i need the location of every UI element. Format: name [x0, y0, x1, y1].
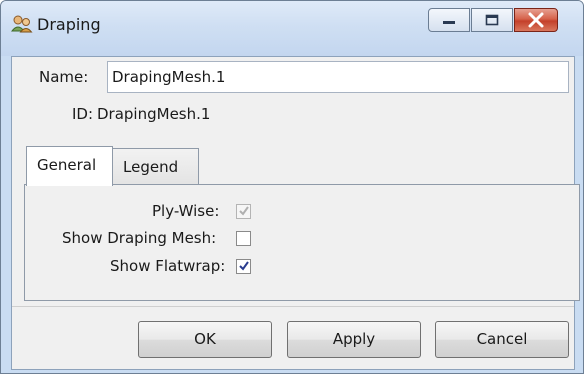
- general-tab-panel: Ply-Wise: Show Draping Mesh: Show Flatwr…: [24, 184, 580, 301]
- show-draping-mesh-label: Show Draping Mesh:: [62, 229, 217, 247]
- tab-general-label: General: [37, 156, 97, 174]
- id-label: ID:: [72, 105, 94, 123]
- minimize-button[interactable]: [428, 8, 470, 32]
- apply-button[interactable]: Apply: [287, 321, 421, 358]
- ply-wise-label: Ply-Wise:: [152, 202, 220, 220]
- close-button[interactable]: [514, 8, 558, 32]
- show-flatwrap-checkbox[interactable]: [236, 259, 251, 274]
- maximize-button[interactable]: [471, 8, 513, 32]
- window-title: Draping: [37, 15, 101, 34]
- maximize-icon: [485, 14, 499, 26]
- ply-wise-checkbox: [236, 204, 251, 219]
- dialog-body: Name: DrapingMesh.1 ID: DrapingMesh.1 Ge…: [11, 56, 580, 370]
- minimize-icon: [443, 21, 455, 24]
- show-draping-mesh-checkbox[interactable]: [236, 231, 251, 246]
- ok-button[interactable]: OK: [138, 321, 272, 358]
- draping-dialog: Draping Name: DrapingMesh.1 ID: DrapingM…: [0, 0, 584, 374]
- name-label: Name:: [39, 68, 89, 86]
- tab-legend-label: Legend: [123, 158, 179, 176]
- checkmark-icon: [239, 261, 249, 271]
- cancel-button[interactable]: Cancel: [435, 321, 569, 358]
- separator: [12, 306, 574, 307]
- tab-legend[interactable]: Legend: [112, 148, 199, 185]
- name-field[interactable]: DrapingMesh.1: [107, 61, 569, 93]
- show-flatwrap-label: Show Flatwrap:: [110, 257, 226, 275]
- checkmark-icon: [239, 206, 249, 216]
- id-value: DrapingMesh.1: [97, 105, 211, 123]
- title-bar[interactable]: Draping: [1, 1, 583, 56]
- people-icon: [10, 14, 33, 34]
- tab-general[interactable]: General: [26, 146, 113, 186]
- close-icon: [528, 12, 544, 28]
